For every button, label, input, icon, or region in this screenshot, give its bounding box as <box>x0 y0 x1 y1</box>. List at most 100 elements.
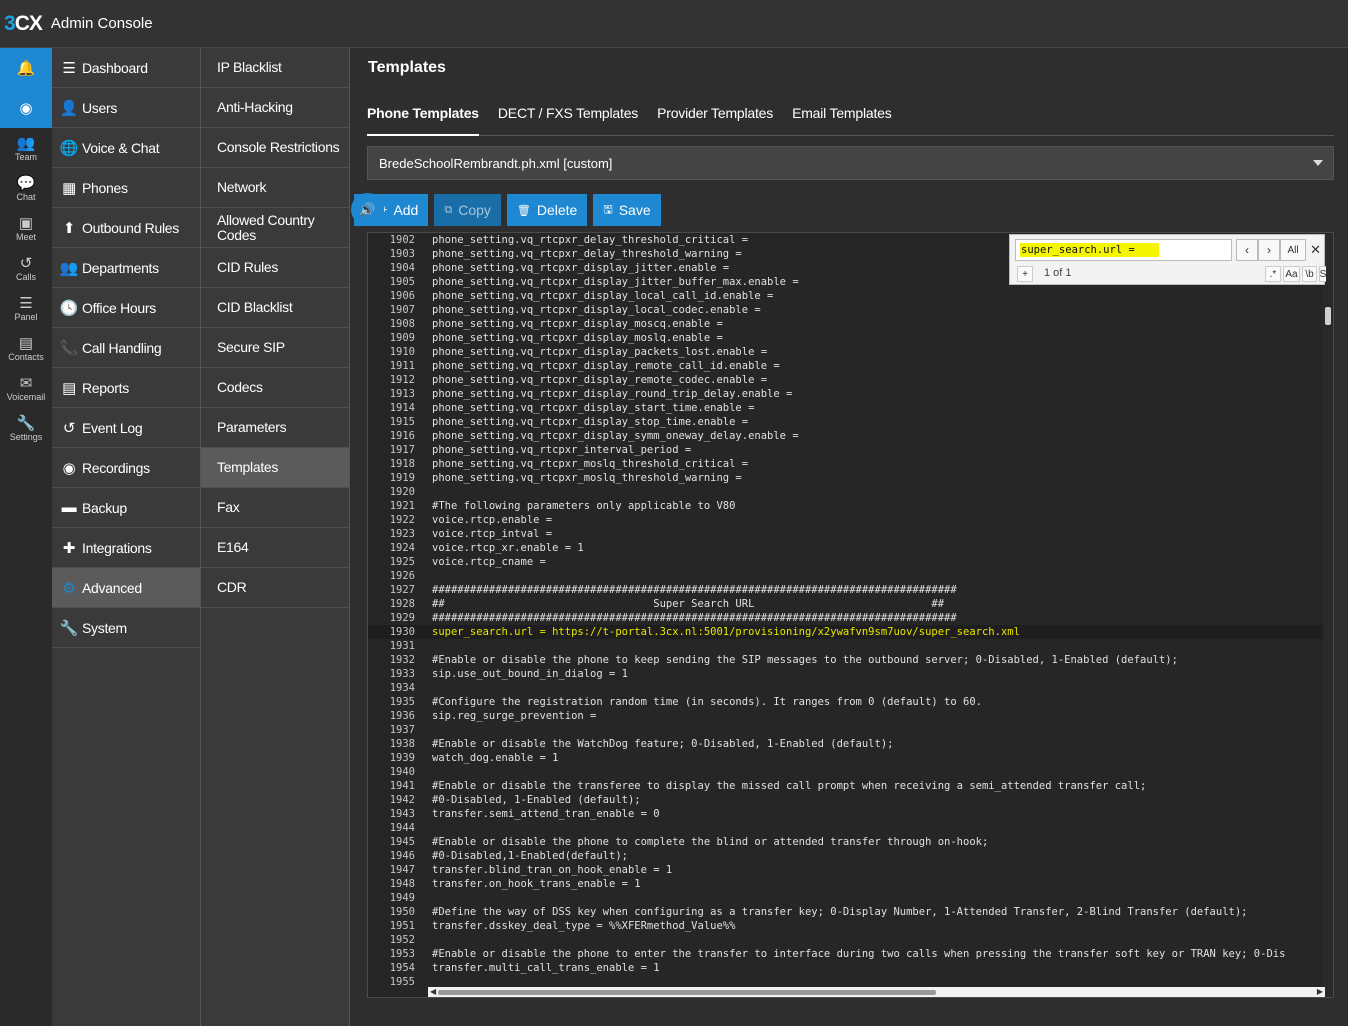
menu-item-reports[interactable]: ▤ Reports <box>52 368 200 408</box>
submenu-item-cid-blacklist[interactable]: CID Blacklist <box>201 288 349 328</box>
rail-item-calls[interactable]: ↺ Calls <box>0 248 52 288</box>
menu-item-phones[interactable]: ▦ Phones <box>52 168 200 208</box>
submenu-item-templates[interactable]: Templates <box>201 448 349 488</box>
menu-item-recordings[interactable]: ◉ Recordings <box>52 448 200 488</box>
code-line[interactable]: 1938 #Enable or disable the WatchDog feat… <box>368 737 1325 751</box>
menu-item-dashboard[interactable]: ☰ Dashboard <box>52 48 200 88</box>
submenu-item-cid-rules[interactable]: CID Rules <box>201 248 349 288</box>
code-line[interactable]: 1913 phone_setting.vq_rtcpxr_display_roun… <box>368 387 1325 401</box>
rail-item-voicemail[interactable]: ✉ Voicemail <box>0 368 52 408</box>
menu-item-advanced[interactable]: ⚙ Advanced <box>52 568 200 608</box>
code-line[interactable]: 1937 <box>368 723 1325 737</box>
rail-item-contacts[interactable]: ▤ Contacts <box>0 328 52 368</box>
code-line[interactable]: 1912 phone_setting.vq_rtcpxr_display_remo… <box>368 373 1325 387</box>
submenu-item-anti-hacking[interactable]: Anti-Hacking <box>201 88 349 128</box>
tab-email-templates[interactable]: Email Templates <box>792 100 892 135</box>
vertical-scrollbar[interactable] <box>1323 233 1333 997</box>
menu-item-voice-and-chat[interactable]: 🌐 Voice & Chat <box>52 128 200 168</box>
code-line[interactable]: 1950 #Define the way of DSS key when conf… <box>368 905 1325 919</box>
submenu-item-network[interactable]: Network <box>201 168 349 208</box>
code-line[interactable]: 1909 phone_setting.vq_rtcpxr_display_mosl… <box>368 331 1325 345</box>
code-line[interactable]: 1908 phone_setting.vq_rtcpxr_display_mosc… <box>368 317 1325 331</box>
template-select[interactable]: BredeSchoolRembrandt.ph.xml [custom] <box>367 146 1334 180</box>
code-line[interactable]: 1948 transfer.on_hook_trans_enable = 1 <box>368 877 1325 891</box>
selection-toggle-button[interactable]: S <box>1319 266 1326 282</box>
rail-item-meet[interactable]: ▣ Meet <box>0 208 52 248</box>
code-line[interactable]: 1915 phone_setting.vq_rtcpxr_display_stop… <box>368 415 1325 429</box>
search-prev-button[interactable]: ‹ <box>1236 239 1258 261</box>
submenu-item-e164[interactable]: E164 <box>201 528 349 568</box>
code-line[interactable]: 1941 #Enable or disable the transferee to… <box>368 779 1325 793</box>
3cx-logo[interactable]: 3CX <box>4 12 43 36</box>
horizontal-scrollbar[interactable]: ◀ ▶ <box>428 987 1325 997</box>
submenu-item-codecs[interactable]: Codecs <box>201 368 349 408</box>
code-line[interactable]: 1942 #0-Disabled, 1-Enabled (default); <box>368 793 1325 807</box>
code-line[interactable]: 1907 phone_setting.vq_rtcpxr_display_loca… <box>368 303 1325 317</box>
code-line[interactable]: 1933 sip.use_out_bound_in_dialog = 1 <box>368 667 1325 681</box>
code-line[interactable]: 1943 transfer.semi_attend_tran_enable = 0 <box>368 807 1325 821</box>
code-line[interactable]: 1931 <box>368 639 1325 653</box>
code-line[interactable]: 1930 super_search.url = https://t-portal.… <box>368 625 1325 639</box>
rail-item-chat[interactable]: 💬 Chat <box>0 168 52 208</box>
whole-word-toggle-button[interactable]: \b <box>1302 266 1317 282</box>
editor-code[interactable]: 1902 phone_setting.vq_rtcpxr_delay_thresh… <box>368 233 1325 988</box>
code-line[interactable]: 1954 transfer.multi_call_trans_enable = 1 <box>368 961 1325 975</box>
save-button[interactable]: 🖫 Save <box>593 194 661 226</box>
code-line[interactable]: 1928 ## Super Search URL ## <box>368 597 1325 611</box>
submenu-item-console-restrictions[interactable]: Console Restrictions <box>201 128 349 168</box>
scroll-left-icon[interactable]: ◀ <box>430 987 436 996</box>
vertical-scroll-thumb[interactable] <box>1325 307 1331 325</box>
rail-item-panel[interactable]: ☰ Panel <box>0 288 52 328</box>
tab-phone-templates[interactable]: Phone Templates <box>367 100 479 136</box>
code-line[interactable]: 1945 #Enable or disable the phone to comp… <box>368 835 1325 849</box>
menu-item-call-handling[interactable]: 📞 Call Handling <box>52 328 200 368</box>
tab-provider-templates[interactable]: Provider Templates <box>657 100 773 135</box>
code-line[interactable]: 1927 ####################################… <box>368 583 1325 597</box>
scroll-right-icon[interactable]: ▶ <box>1317 987 1323 996</box>
code-line[interactable]: 1929 ####################################… <box>368 611 1325 625</box>
submenu-item-fax[interactable]: Fax <box>201 488 349 528</box>
code-line[interactable]: 1923 voice.rtcp_intval = <box>368 527 1325 541</box>
code-line[interactable]: 1921 #The following parameters only appli… <box>368 499 1325 513</box>
code-line[interactable]: 1920 <box>368 485 1325 499</box>
code-line[interactable]: 1934 <box>368 681 1325 695</box>
code-line[interactable]: 1953 #Enable or disable the phone to ente… <box>368 947 1325 961</box>
rail-item-settings[interactable]: 🔧 Settings <box>0 408 52 448</box>
submenu-item-allowed-country-codes[interactable]: Allowed Country Codes <box>201 208 349 248</box>
code-line[interactable]: 1944 <box>368 821 1325 835</box>
menu-item-event-log[interactable]: ↺ Event Log <box>52 408 200 448</box>
code-line[interactable]: 1924 voice.rtcp_xr.enable = 1 <box>368 541 1325 555</box>
submenu-item-cdr[interactable]: CDR <box>201 568 349 608</box>
code-line[interactable]: 1935 #Configure the registration random t… <box>368 695 1325 709</box>
code-line[interactable]: 1918 phone_setting.vq_rtcpxr_moslq_thresh… <box>368 457 1325 471</box>
code-line[interactable]: 1917 phone_setting.vq_rtcpxr_interval_per… <box>368 443 1325 457</box>
code-line[interactable]: 1916 phone_setting.vq_rtcpxr_display_symm… <box>368 429 1325 443</box>
code-line[interactable]: 1952 <box>368 933 1325 947</box>
menu-item-integrations[interactable]: ✚ Integrations <box>52 528 200 568</box>
code-line[interactable]: 1936 sip.reg_surge_prevention = <box>368 709 1325 723</box>
code-editor[interactable]: 1902 phone_setting.vq_rtcpxr_delay_thresh… <box>367 232 1334 998</box>
code-line[interactable]: 1922 voice.rtcp.enable = <box>368 513 1325 527</box>
code-line[interactable]: 1919 phone_setting.vq_rtcpxr_moslq_thresh… <box>368 471 1325 485</box>
search-next-button[interactable]: › <box>1258 239 1280 261</box>
menu-item-users[interactable]: 👤 Users <box>52 88 200 128</box>
search-all-button[interactable]: All <box>1280 239 1306 261</box>
rail-item-team[interactable]: 👥 Team <box>0 128 52 168</box>
regex-toggle-button[interactable]: .* <box>1265 266 1281 282</box>
case-toggle-button[interactable]: Aa <box>1283 266 1300 282</box>
code-line[interactable]: 1911 phone_setting.vq_rtcpxr_display_remo… <box>368 359 1325 373</box>
code-line[interactable]: 1940 <box>368 765 1325 779</box>
code-line[interactable]: 1951 transfer.dsskey_deal_type = %%XFERme… <box>368 919 1325 933</box>
menu-item-backup[interactable]: ▬ Backup <box>52 488 200 528</box>
menu-item-system[interactable]: 🔧 System <box>52 608 200 648</box>
rail-item-chrome[interactable]: ◉ <box>0 88 52 128</box>
code-line[interactable]: 1939 watch_dog.enable = 1 <box>368 751 1325 765</box>
menu-item-departments[interactable]: 👥 Departments <box>52 248 200 288</box>
code-line[interactable]: 1906 phone_setting.vq_rtcpxr_display_loca… <box>368 289 1325 303</box>
code-line[interactable]: 1926 <box>368 569 1325 583</box>
horizontal-scroll-thumb[interactable] <box>438 990 936 995</box>
copy-button[interactable]: ⧉ Copy <box>434 194 501 226</box>
rail-item-bell[interactable]: 🔔 <box>0 48 52 88</box>
search-input[interactable]: super_search.url = <box>1015 239 1232 261</box>
tab-dect-fxs-templates[interactable]: DECT / FXS Templates <box>498 100 638 135</box>
